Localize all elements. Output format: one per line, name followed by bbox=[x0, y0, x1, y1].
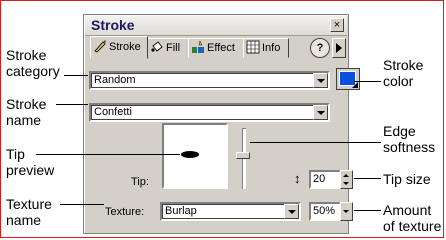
callout-stroke-category: Stroke category bbox=[6, 47, 60, 79]
callout-tip-size: Tip size bbox=[383, 171, 431, 187]
edge-softness-slider[interactable] bbox=[236, 152, 250, 159]
callout-stroke-color: Stroke color bbox=[383, 57, 423, 89]
callout-texture-name: Texture name bbox=[6, 196, 52, 228]
close-button[interactable]: × bbox=[330, 18, 344, 32]
texture-dropdown[interactable]: Burlap bbox=[160, 202, 301, 221]
texture-amount-input[interactable]: 50% bbox=[309, 202, 341, 221]
callout-text: Stroke bbox=[6, 96, 47, 112]
callout-text: color bbox=[383, 73, 414, 89]
panel-title: Stroke bbox=[91, 17, 135, 33]
chevron-down-icon[interactable] bbox=[313, 73, 328, 88]
tip-size-icon: ↕ bbox=[294, 171, 301, 186]
callout-text: softness bbox=[383, 139, 436, 155]
texture-amount-spinner[interactable] bbox=[340, 202, 353, 221]
stroke-category-dropdown[interactable]: Random bbox=[89, 71, 330, 90]
tip-label: Tip: bbox=[131, 176, 149, 188]
panel-menu-button[interactable] bbox=[332, 38, 346, 58]
tip-shape bbox=[181, 151, 199, 158]
info-grid-icon bbox=[246, 40, 260, 54]
callout-text: of texture bbox=[383, 218, 442, 234]
texture-label: Texture: bbox=[105, 206, 145, 218]
help-button[interactable]: ? bbox=[310, 38, 330, 58]
stroke-name-dropdown[interactable]: Confetti bbox=[89, 103, 330, 122]
tip-size-input[interactable]: 20 bbox=[309, 170, 341, 189]
fill-bucket-icon bbox=[151, 41, 163, 52]
leader-line bbox=[36, 154, 180, 155]
leader-line bbox=[354, 81, 381, 82]
play-arrow-icon bbox=[336, 43, 342, 53]
leader-line bbox=[354, 178, 381, 179]
leader-line bbox=[60, 204, 104, 205]
chevron-down-icon[interactable] bbox=[313, 105, 328, 120]
brush-icon bbox=[94, 40, 106, 53]
tip-preview bbox=[162, 123, 228, 189]
tip-size-spinner[interactable] bbox=[340, 170, 353, 189]
stroke-category-value: Random bbox=[94, 74, 136, 86]
swatch-dropdown-icon bbox=[352, 82, 358, 88]
callout-text: Edge bbox=[383, 123, 416, 139]
callout-text: preview bbox=[6, 162, 55, 178]
effect-icon bbox=[192, 40, 204, 53]
tab-fill[interactable]: Fill bbox=[147, 38, 189, 58]
tab-stroke-label: Stroke bbox=[109, 41, 141, 53]
tab-fill-label: Fill bbox=[166, 42, 181, 54]
panel-titlebar[interactable]: Stroke × bbox=[85, 16, 347, 36]
stroke-color-swatch[interactable] bbox=[336, 68, 360, 90]
stroke-name-value: Confetti bbox=[94, 106, 132, 118]
leader-line bbox=[354, 210, 381, 211]
panel-tabs: Stroke Fill Effect Info bbox=[90, 36, 306, 59]
tab-info-label: Info bbox=[262, 42, 281, 54]
callout-text: Amount bbox=[383, 202, 432, 218]
callout-text: Stroke bbox=[383, 57, 424, 73]
callout-text: name bbox=[6, 212, 42, 228]
callout-text: category bbox=[6, 63, 60, 79]
callout-stroke-name: Stroke name bbox=[6, 96, 46, 128]
callout-text: Texture bbox=[6, 196, 52, 212]
leader-line bbox=[250, 142, 381, 143]
callout-text: Stroke bbox=[6, 47, 47, 63]
callout-text: name bbox=[6, 112, 42, 128]
callout-text: Tip size bbox=[383, 171, 431, 187]
tab-stroke[interactable]: Stroke bbox=[90, 36, 148, 59]
leader-line bbox=[64, 75, 88, 76]
chevron-down-icon[interactable] bbox=[284, 204, 299, 219]
tab-info[interactable]: Info bbox=[243, 38, 289, 58]
leader-line bbox=[56, 104, 88, 105]
callout-tip-preview: Tip preview bbox=[6, 146, 54, 178]
texture-value: Burlap bbox=[165, 205, 197, 217]
tab-effect-label: Effect bbox=[207, 42, 235, 54]
callout-amount-texture: Amount of texture bbox=[383, 202, 441, 234]
tab-effect[interactable]: Effect bbox=[188, 38, 244, 58]
callout-edge-softness: Edge softness bbox=[383, 123, 435, 155]
